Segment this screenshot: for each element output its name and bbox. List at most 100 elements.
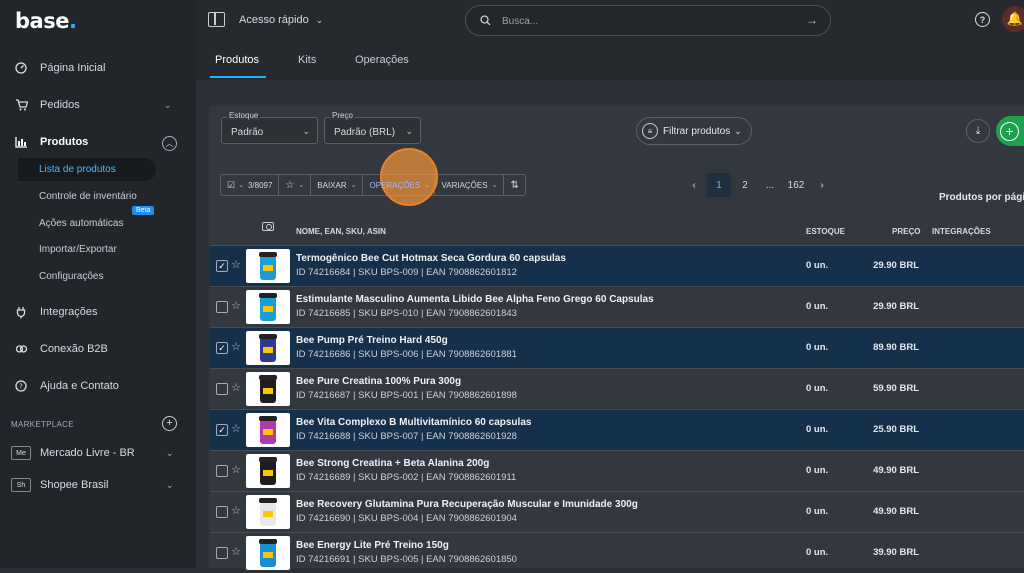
sidebar-item-integrations[interactable]: Integrações xyxy=(14,300,97,324)
chevron-down-icon: ⌄ xyxy=(424,182,431,189)
variations-dropdown[interactable]: VARIAÇÕES ⌄ xyxy=(435,175,505,195)
collapse-products-button[interactable]: ︿ xyxy=(162,136,177,151)
table-row[interactable]: ☆ Bee Strong Creatina + Beta Alanina 200g… xyxy=(210,450,1024,491)
sidebar-item-label: Conexão B2B xyxy=(40,343,108,355)
chevron-down-icon: ⌄ xyxy=(302,126,310,136)
base-logo[interactable]: base. xyxy=(15,9,77,33)
table-row[interactable]: ✓ ☆ Termogênico Bee Cut Hotmax Seca Gordur… xyxy=(210,245,1024,286)
product-name[interactable]: Termogênico Bee Cut Hotmax Seca Gordura … xyxy=(296,253,566,264)
page-button-2[interactable]: 2 xyxy=(735,173,755,197)
sidebar-subitem-product-list[interactable]: Lista de produtos xyxy=(18,158,156,181)
tab-kits[interactable]: Kits xyxy=(298,54,316,66)
star-icon[interactable]: ☆ xyxy=(231,545,241,558)
product-price: 39.90 BRL xyxy=(873,547,919,558)
sidebar-subitem-settings[interactable]: Configurações xyxy=(39,271,103,282)
sidebar-subitem-import-export[interactable]: Importar/Exportar xyxy=(39,244,117,255)
filter-products-button[interactable]: ≡ Filtrar produtos ⌄ xyxy=(636,117,752,145)
row-checkbox[interactable] xyxy=(216,383,228,395)
download-icon: ⤓ xyxy=(975,124,981,137)
product-name[interactable]: Bee Recovery Glutamina Pura Recuperação … xyxy=(296,499,638,510)
star-icon[interactable]: ☆ xyxy=(231,340,241,353)
marketplace-item-mercado-livre[interactable]: Me Mercado Livre - BR ⌄ xyxy=(11,444,191,462)
product-name[interactable]: Bee Vita Complexo B Multivitamínico 60 c… xyxy=(296,417,531,428)
sidebar-subitem-automations[interactable]: Ações automáticas xyxy=(39,218,124,229)
row-checkbox[interactable]: ✓ xyxy=(216,260,228,272)
page-button-last[interactable]: 162 xyxy=(783,173,809,197)
star-icon[interactable]: ☆ xyxy=(231,381,241,394)
table-row[interactable]: ✓ ☆ Bee Pump Pré Treino Hard 450g ID 742166… xyxy=(210,327,1024,368)
sidebar-item-orders[interactable]: Pedidos ⌄ xyxy=(14,93,184,117)
product-thumbnail[interactable] xyxy=(246,413,290,447)
favorites-dropdown[interactable]: ☆ ⌄ xyxy=(279,175,312,195)
star-icon[interactable]: ☆ xyxy=(231,299,241,312)
product-thumbnail[interactable] xyxy=(246,454,290,488)
star-icon[interactable]: ☆ xyxy=(231,422,241,435)
search-input[interactable] xyxy=(502,13,782,29)
marketplace-item-shopee[interactable]: Sh Shopee Brasil ⌄ xyxy=(11,476,191,494)
product-thumbnail[interactable] xyxy=(246,536,290,570)
download-label: BAIXAR xyxy=(317,180,347,190)
tab-operations[interactable]: Operações xyxy=(355,54,409,66)
product-price: 25.90 BRL xyxy=(873,424,919,435)
gauge-icon xyxy=(14,61,28,75)
row-checkbox[interactable] xyxy=(216,506,228,518)
quick-access-label: Acesso rápido xyxy=(239,14,309,26)
table-header: NOME, EAN, SKU, ASIN ESTOQUE PREÇO INTEG… xyxy=(210,218,1024,245)
download-dropdown[interactable]: BAIXAR ⌄ xyxy=(311,175,364,195)
product-name[interactable]: Bee Strong Creatina + Beta Alanina 200g xyxy=(296,458,489,469)
column-header-integrations: INTEGRAÇÕES xyxy=(932,227,991,236)
column-header-name[interactable]: NOME, EAN, SKU, ASIN xyxy=(296,227,386,236)
table-row[interactable]: ☆ Bee Recovery Glutamina Pura Recuperação… xyxy=(210,491,1024,532)
arrow-right-icon[interactable]: → xyxy=(806,13,818,27)
sidebar-item-label: Pedidos xyxy=(40,99,80,111)
row-checkbox[interactable] xyxy=(216,465,228,477)
prev-page-button[interactable]: ‹ xyxy=(684,173,704,197)
product-thumbnail[interactable] xyxy=(246,495,290,529)
product-name[interactable]: Estimulante Masculino Aumenta Libido Bee… xyxy=(296,294,654,305)
tab-products[interactable]: Produtos xyxy=(215,54,259,66)
download-button[interactable]: ⤓ xyxy=(966,119,990,143)
sidebar-item-products[interactable]: Produtos xyxy=(14,130,88,154)
product-thumbnail[interactable] xyxy=(246,372,290,406)
layout-toggle-icon[interactable] xyxy=(208,12,225,27)
sort-button[interactable]: ⇅ xyxy=(504,175,524,195)
table-row[interactable]: ☆ Bee Energy Lite Pré Treino 150g ID 74216… xyxy=(210,532,1024,573)
stock-select[interactable]: Estoque Padrão ⌄ xyxy=(221,111,318,144)
product-thumbnail[interactable] xyxy=(246,249,290,283)
product-thumbnail[interactable] xyxy=(246,290,290,324)
help-icon[interactable]: ? xyxy=(975,12,990,27)
next-page-button[interactable]: › xyxy=(812,173,832,197)
star-icon[interactable]: ☆ xyxy=(231,504,241,517)
product-thumbnail[interactable] xyxy=(246,331,290,365)
product-stock: 0 un. xyxy=(806,506,829,517)
active-tab-indicator xyxy=(210,76,266,78)
select-all-dropdown[interactable]: ☑ ⌄ 3/8097 xyxy=(221,175,280,195)
price-select[interactable]: Preço Padrão (BRL) ⌄ xyxy=(324,111,421,144)
product-name[interactable]: Bee Pure Creatina 100% Pura 300g xyxy=(296,376,461,387)
row-checkbox[interactable] xyxy=(216,547,228,559)
product-name[interactable]: Bee Energy Lite Pré Treino 150g xyxy=(296,540,449,551)
quick-access-dropdown[interactable]: Acesso rápido ⌄ xyxy=(239,14,323,26)
star-icon[interactable]: ☆ xyxy=(231,463,241,476)
table-row[interactable]: ✓ ☆ Bee Vita Complexo B Multivitamínico 60… xyxy=(210,409,1024,450)
variations-label: VARIAÇÕES xyxy=(441,180,488,190)
filter-button-label: Filtrar produtos xyxy=(663,125,731,137)
sidebar-item-help[interactable]: ? Ajuda e Contato xyxy=(14,374,119,398)
table-row[interactable]: ☆ Bee Pure Creatina 100% Pura 300g ID 7421… xyxy=(210,368,1024,409)
add-marketplace-button[interactable]: + xyxy=(162,416,177,431)
row-checkbox[interactable]: ✓ xyxy=(216,342,228,354)
sidebar-subitem-inventory[interactable]: Controle de inventário xyxy=(39,191,137,202)
row-checkbox[interactable] xyxy=(216,301,228,313)
row-checkbox[interactable]: ✓ xyxy=(216,424,228,436)
star-icon[interactable]: ☆ xyxy=(231,258,241,271)
add-product-button[interactable]: + xyxy=(996,116,1024,146)
product-name[interactable]: Bee Pump Pré Treino Hard 450g xyxy=(296,335,448,346)
page-button-current[interactable]: 1 xyxy=(707,173,731,197)
product-price: 59.90 BRL xyxy=(873,383,919,394)
bell-icon[interactable]: 🔔 xyxy=(1002,6,1024,32)
column-header-price[interactable]: PREÇO xyxy=(892,227,920,236)
sidebar-item-home[interactable]: Página Inicial xyxy=(14,56,105,80)
column-header-stock[interactable]: ESTOQUE xyxy=(806,227,845,236)
table-row[interactable]: ☆ Estimulante Masculino Aumenta Libido Be… xyxy=(210,286,1024,327)
sidebar-item-b2b[interactable]: Conexão B2B xyxy=(14,337,108,361)
